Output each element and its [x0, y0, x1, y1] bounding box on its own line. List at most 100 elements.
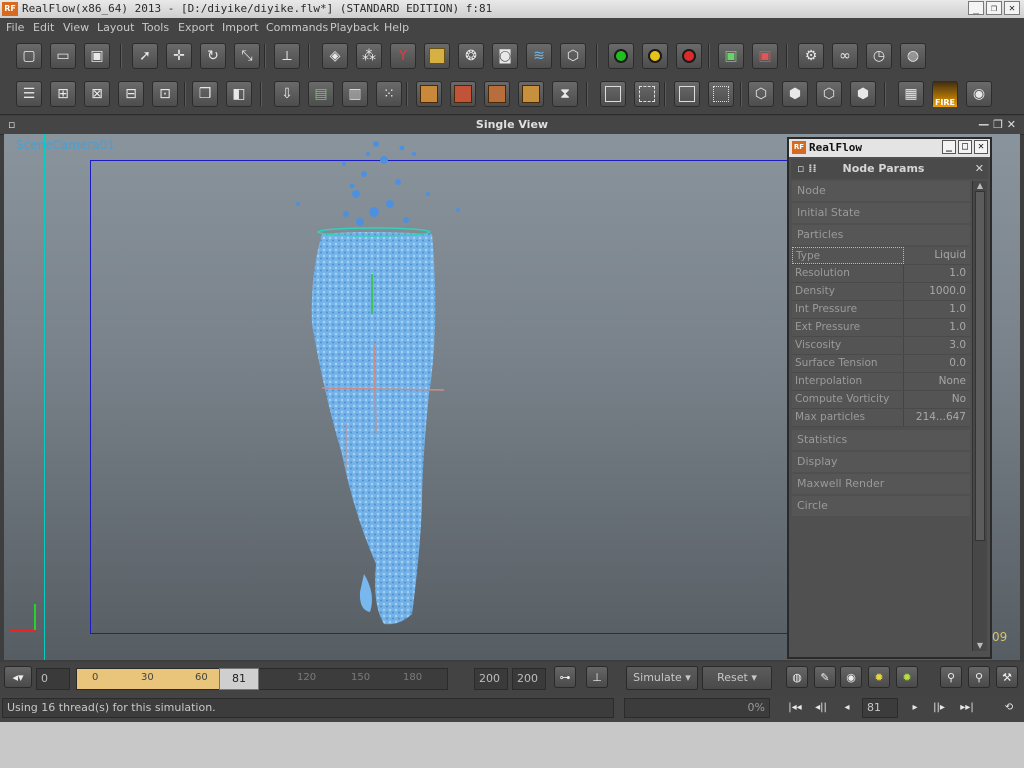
loop-icon[interactable]: ⟲: [998, 698, 1020, 718]
param-row[interactable]: Density 1000.0: [792, 283, 970, 301]
param-value[interactable]: 3.0: [904, 337, 970, 354]
menu-tools[interactable]: Tools: [142, 18, 169, 38]
particles-icon[interactable]: ⁂: [356, 43, 382, 69]
scroll-thumb[interactable]: [975, 191, 985, 541]
daemon-icon[interactable]: Y: [390, 43, 416, 69]
script-clock-icon[interactable]: ◷: [866, 43, 892, 69]
maxwell-icon[interactable]: ◉: [966, 81, 992, 107]
param-value[interactable]: 1000.0: [904, 283, 970, 300]
viewport-window-icons[interactable]: — ❐ ✕: [978, 116, 1016, 134]
cube-solid-3-icon[interactable]: ⬡: [816, 81, 842, 107]
cube-solid-1-icon[interactable]: ⬡: [748, 81, 774, 107]
texture-2-icon[interactable]: [450, 81, 476, 107]
script-globe-icon[interactable]: ◍: [900, 43, 926, 69]
save-green-icon[interactable]: ▣: [718, 43, 744, 69]
fire-plugin-icon[interactable]: FIRE: [932, 81, 958, 107]
render-icon[interactable]: ▦: [898, 81, 924, 107]
gear-yellow-icon[interactable]: ✹: [868, 666, 890, 688]
hourglass-icon[interactable]: ⧗: [552, 81, 578, 107]
minimize-button[interactable]: _: [968, 1, 984, 15]
layers-icon[interactable]: ◈: [322, 43, 348, 69]
step-back-icon[interactable]: ◂||: [810, 698, 832, 718]
gear-green-icon[interactable]: ✹: [896, 666, 918, 688]
ruler-icon[interactable]: ▥: [342, 81, 368, 107]
menu-playback[interactable]: Playback: [330, 18, 379, 38]
rotate-icon[interactable]: ↻: [200, 43, 226, 69]
play-back-icon[interactable]: ◂: [836, 698, 858, 718]
close-button[interactable]: ✕: [1004, 1, 1020, 15]
export-icon[interactable]: ⇩: [274, 81, 300, 107]
green-light-icon[interactable]: [608, 43, 634, 69]
menu-import[interactable]: Import: [222, 18, 259, 38]
save-icon[interactable]: ▣: [84, 43, 110, 69]
param-row[interactable]: Type Liquid: [792, 247, 970, 265]
texture-4-icon[interactable]: [518, 81, 544, 107]
current-frame-field[interactable]: 81: [862, 698, 898, 718]
film-icon[interactable]: ▤: [308, 81, 334, 107]
max-frame-field[interactable]: 200: [512, 668, 546, 690]
mesh-icon[interactable]: ❂: [458, 43, 484, 69]
param-value[interactable]: Liquid: [904, 247, 970, 264]
play-icon[interactable]: ▸: [904, 698, 926, 718]
menu-commands[interactable]: Commands: [266, 18, 328, 38]
menu-file[interactable]: File: [6, 18, 24, 38]
param-value[interactable]: 1.0: [904, 265, 970, 282]
red-light-icon[interactable]: [676, 43, 702, 69]
node-unlink-icon[interactable]: ⊡: [152, 81, 178, 107]
node-add-icon[interactable]: ⊞: [50, 81, 76, 107]
maximize-button[interactable]: ❐: [986, 1, 1002, 15]
scroll-down-icon[interactable]: ▼: [974, 641, 986, 651]
panel-close-button[interactable]: ✕: [974, 140, 988, 154]
menu-view[interactable]: View: [63, 18, 89, 38]
section-display[interactable]: Display: [792, 452, 970, 472]
node-list-icon[interactable]: ☰: [16, 81, 42, 107]
param-value[interactable]: None: [904, 373, 970, 390]
panel-maximize-button[interactable]: □: [958, 140, 972, 154]
menu-layout[interactable]: Layout: [97, 18, 134, 38]
menu-help[interactable]: Help: [384, 18, 409, 38]
step-forward-icon[interactable]: ||▸: [928, 698, 950, 718]
param-value[interactable]: 0.0: [904, 355, 970, 372]
menu-edit[interactable]: Edit: [33, 18, 54, 38]
param-value[interactable]: 214...647: [904, 409, 970, 426]
panel-scrollbar[interactable]: ▲ ▼: [972, 181, 987, 651]
globe-view-icon[interactable]: ◍: [786, 666, 808, 688]
edit-tool-icon[interactable]: ✎: [814, 666, 836, 688]
node-link-icon[interactable]: ⊟: [118, 81, 144, 107]
cube-solid-4-icon[interactable]: ⬢: [850, 81, 876, 107]
object-cube-icon[interactable]: [424, 43, 450, 69]
new-scene-icon[interactable]: ▢: [16, 43, 42, 69]
save-red-icon[interactable]: ▣: [752, 43, 778, 69]
open-folder-icon[interactable]: ▭: [50, 43, 76, 69]
texture-3-icon[interactable]: [484, 81, 510, 107]
param-row[interactable]: Viscosity 3.0: [792, 337, 970, 355]
param-row[interactable]: Surface Tension 0.0: [792, 355, 970, 373]
simulate-button[interactable]: Simulate ▾: [626, 666, 698, 690]
cube-wire-3-icon[interactable]: [674, 81, 700, 107]
node-params-close-icon[interactable]: ✕: [975, 159, 984, 179]
param-row[interactable]: Interpolation None: [792, 373, 970, 391]
particle-grid-icon[interactable]: ⁙: [376, 81, 402, 107]
param-value[interactable]: No: [904, 391, 970, 408]
section-initial-state[interactable]: Initial State: [792, 203, 970, 223]
panel-minimize-button[interactable]: _: [942, 140, 956, 154]
param-row[interactable]: Max particles 214...647: [792, 409, 970, 427]
cube-solid-2-icon[interactable]: ⬢: [782, 81, 808, 107]
wave-icon[interactable]: ≋: [526, 43, 552, 69]
timeline-track[interactable]: 0 30 60 81 120 150 180: [76, 668, 448, 690]
section-particles[interactable]: Particles: [792, 225, 970, 245]
section-statistics[interactable]: Statistics: [792, 430, 970, 450]
param-row[interactable]: Resolution 1.0: [792, 265, 970, 283]
menu-export[interactable]: Export: [178, 18, 214, 38]
cube-wire-1-icon[interactable]: [600, 81, 626, 107]
script-link-icon[interactable]: ∞: [832, 43, 858, 69]
move-icon[interactable]: ✛: [166, 43, 192, 69]
grid-cube-icon[interactable]: ⬡: [560, 43, 586, 69]
section-node[interactable]: Node: [792, 181, 970, 201]
start-frame-field[interactable]: 0: [36, 668, 70, 690]
axis-gizmo-icon[interactable]: ⟂: [274, 43, 300, 69]
go-start-icon[interactable]: |◂◂: [784, 698, 806, 718]
key-clear-icon[interactable]: ⊥: [586, 666, 608, 688]
param-value[interactable]: 1.0: [904, 301, 970, 318]
scale-icon[interactable]: ⤡: [234, 43, 260, 69]
